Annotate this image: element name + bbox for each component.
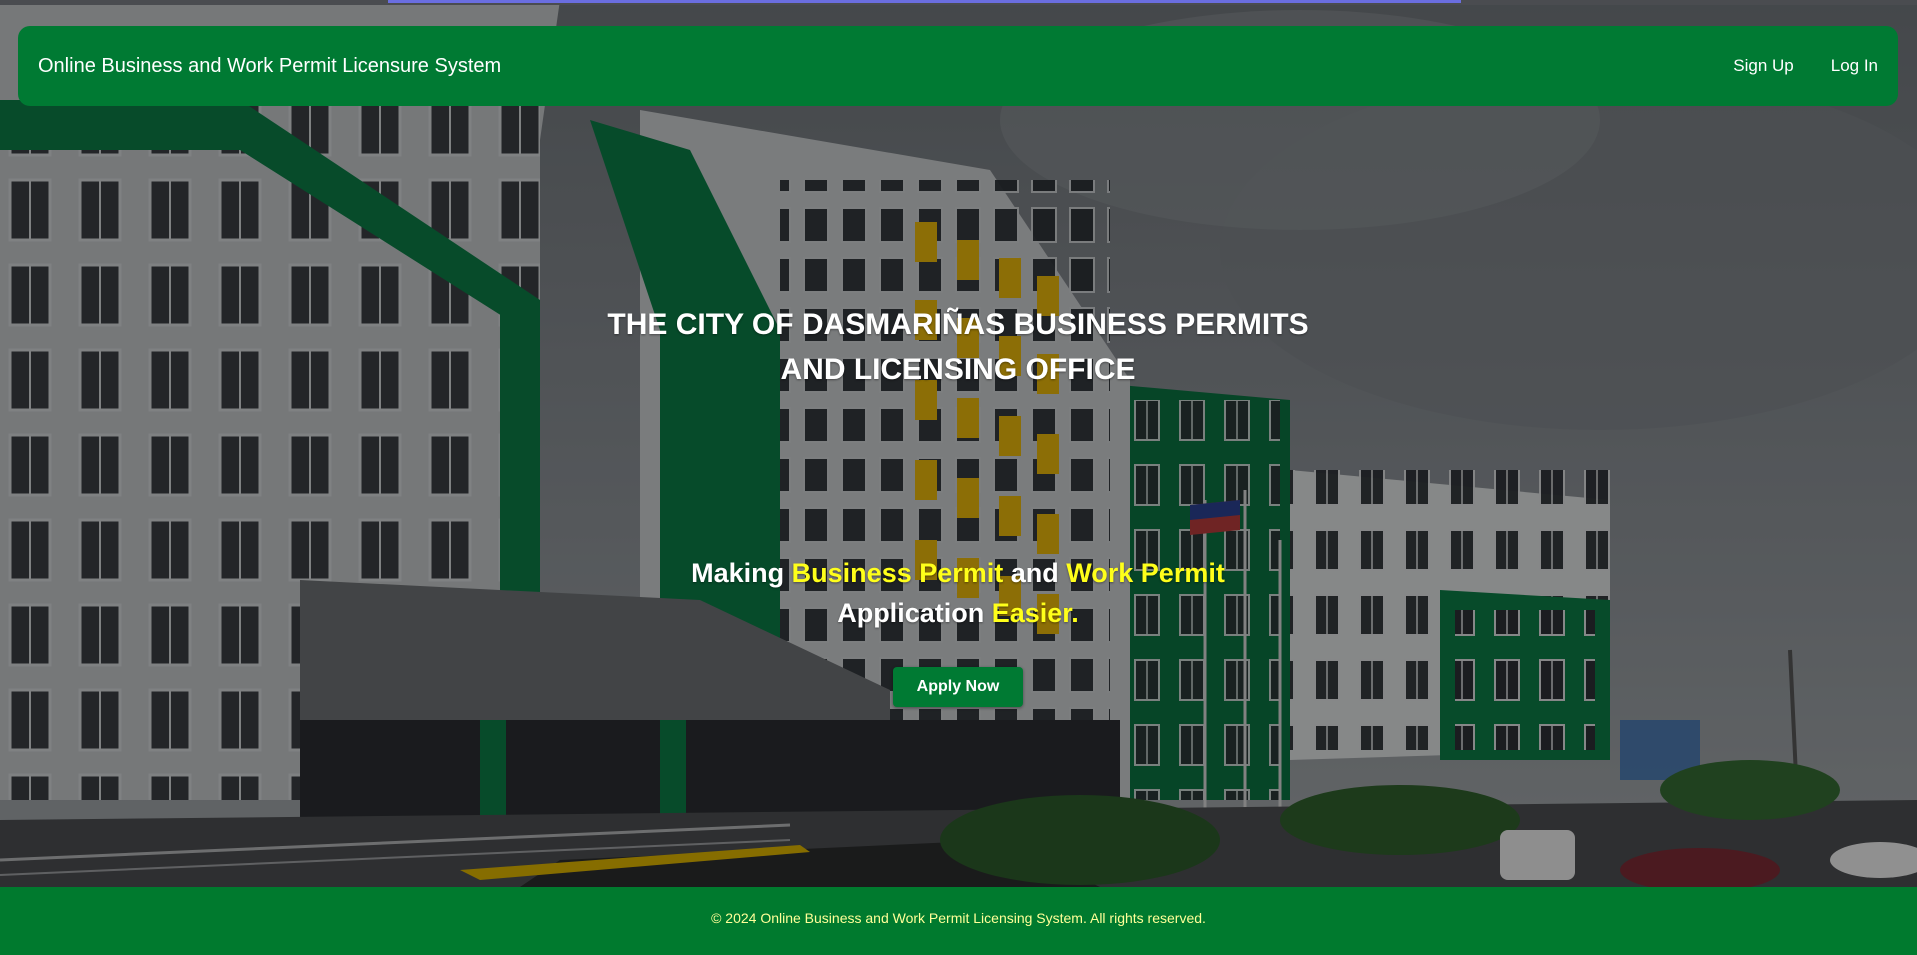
hero-title-line1: THE CITY OF DASMARIÑAS BUSINESS PERMITS bbox=[607, 308, 1309, 341]
signup-link[interactable]: Sign Up bbox=[1733, 56, 1793, 76]
tagline-text-3: Application bbox=[837, 598, 992, 628]
footer-copyright: © 2024 Online Business and Work Permit L… bbox=[711, 910, 1206, 926]
tagline-highlight-easier: Easier. bbox=[991, 598, 1079, 628]
footer: © 2024 Online Business and Work Permit L… bbox=[0, 887, 1917, 955]
brand-link[interactable]: Online Business and Work Permit Licensur… bbox=[38, 55, 501, 78]
tagline-highlight-business-permit: Business Permit bbox=[791, 558, 1004, 588]
hero-dark-overlay bbox=[0, 0, 1917, 887]
hero-title-line2: AND LICENSING OFFICE bbox=[780, 353, 1136, 386]
login-link[interactable]: Log In bbox=[1831, 56, 1878, 76]
tagline-text-2: and bbox=[1003, 558, 1067, 588]
hero-title: THE CITY OF DASMARIÑAS BUSINESS PERMITS … bbox=[558, 302, 1358, 392]
tagline-highlight-work-permit: Work Permit bbox=[1066, 558, 1225, 588]
apply-now-button[interactable]: Apply Now bbox=[893, 667, 1023, 707]
nav-links: Sign Up Log In bbox=[1733, 56, 1878, 76]
landing-page: Online Business and Work Permit Licensur… bbox=[0, 0, 1917, 955]
hero-tagline: Making Business Permit and Work Permit A… bbox=[558, 553, 1358, 633]
browser-scroll-indicator bbox=[388, 0, 1461, 3]
tagline-text-1: Making bbox=[691, 558, 792, 588]
navbar: Online Business and Work Permit Licensur… bbox=[18, 26, 1898, 106]
